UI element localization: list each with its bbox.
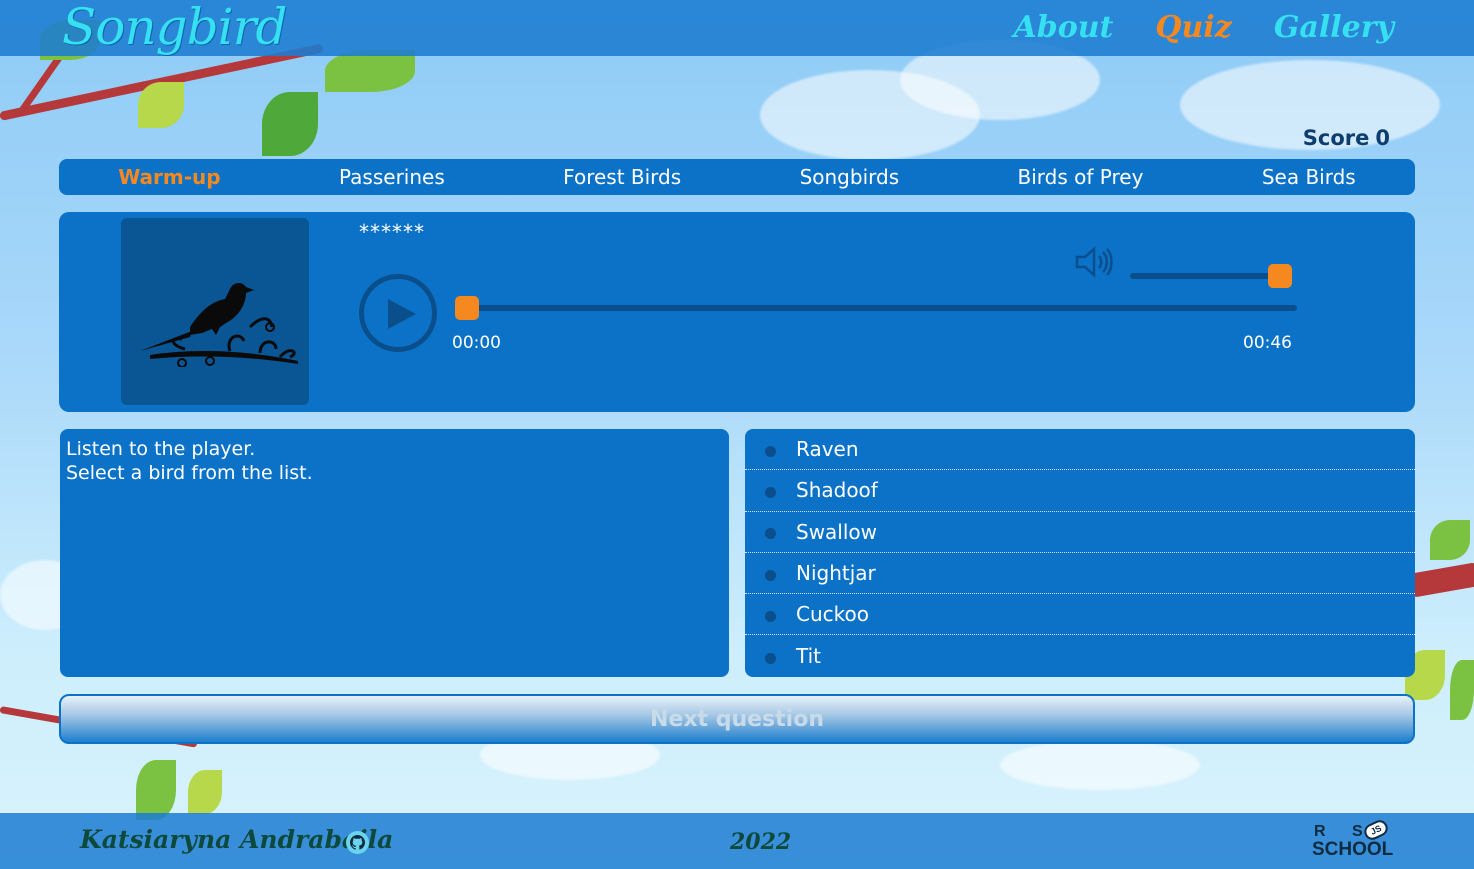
answer-label: Nightjar [796,561,876,586]
score-display: Score 0 [1303,126,1390,150]
github-mark-icon [350,835,365,850]
masked-bird-name: ****** [359,220,425,244]
category-songbirds[interactable]: Songbirds [800,165,900,189]
play-icon [388,299,416,329]
current-time: 00:00 [452,333,501,353]
category-birds-of-prey[interactable]: Birds of Prey [1018,165,1144,189]
description-line-2: Select a bird from the list. [66,462,313,484]
main-nav: About Quiz Gallery [1013,10,1394,45]
category-sea-birds[interactable]: Sea Birds [1262,165,1356,189]
answer-indicator [765,610,776,622]
answer-indicator [765,652,776,664]
progress-thumb[interactable] [455,296,479,320]
duration-time: 00:46 [1243,333,1292,353]
bird-image [121,218,309,405]
answer-label: Tit [796,644,821,669]
answer-label: Raven [796,437,859,462]
progress-track[interactable] [457,305,1297,311]
footer: Katsiaryna Andrabaila 2022 R S JS SCHOOL [0,813,1474,869]
header: Songbird About Quiz Gallery [0,0,1474,56]
description-line-1: Listen to the player. [66,438,256,460]
next-question-button[interactable]: Next question [59,694,1415,744]
answer-option-swallow[interactable]: Swallow [745,512,1415,553]
audio-player-panel: ****** 00:00 00:46 [59,212,1415,412]
rs-school-logo[interactable]: R S JS SCHOOL [1312,817,1396,863]
score-label: Score [1302,126,1370,150]
answer-indicator [765,486,776,498]
github-icon[interactable] [346,831,369,854]
category-passerines[interactable]: Passerines [339,165,445,189]
bird-silhouette-icon [140,282,298,367]
nav-gallery[interactable]: Gallery [1274,10,1394,45]
answer-label: Swallow [796,519,878,544]
answer-indicator [765,528,776,540]
answer-option-tit[interactable]: Tit [745,635,1415,676]
answer-indicator [765,569,776,581]
rs-logo-school: SCHOOL [1312,839,1394,860]
nav-quiz[interactable]: Quiz [1155,10,1231,45]
score-value: 0 [1375,126,1390,150]
category-warm-up[interactable]: Warm-up [118,165,220,189]
answer-label: Shadoof [796,478,878,503]
nav-about[interactable]: About [1013,10,1113,45]
volume-track[interactable] [1130,273,1280,279]
answer-list: Raven Shadoof Swallow Nightjar Cuckoo Ti… [745,429,1415,677]
category-forest-birds[interactable]: Forest Birds [563,165,681,189]
answer-option-raven[interactable]: Raven [745,429,1415,471]
category-bar: Warm-up Passerines Forest Birds Songbird… [59,159,1415,195]
answer-option-nightjar[interactable]: Nightjar [745,553,1415,595]
volume-icon[interactable] [1075,246,1115,278]
volume-thumb[interactable] [1268,264,1292,288]
answer-label: Cuckoo [796,602,869,627]
answer-option-shadoof[interactable]: Shadoof [745,470,1415,512]
bird-description-panel: Listen to the player. Select a bird from… [60,429,729,677]
copyright-year: 2022 [730,829,792,855]
play-button[interactable] [359,274,437,352]
answer-indicator [765,445,776,457]
app-logo[interactable]: Songbird [62,0,287,56]
answer-option-cuckoo[interactable]: Cuckoo [745,594,1415,636]
